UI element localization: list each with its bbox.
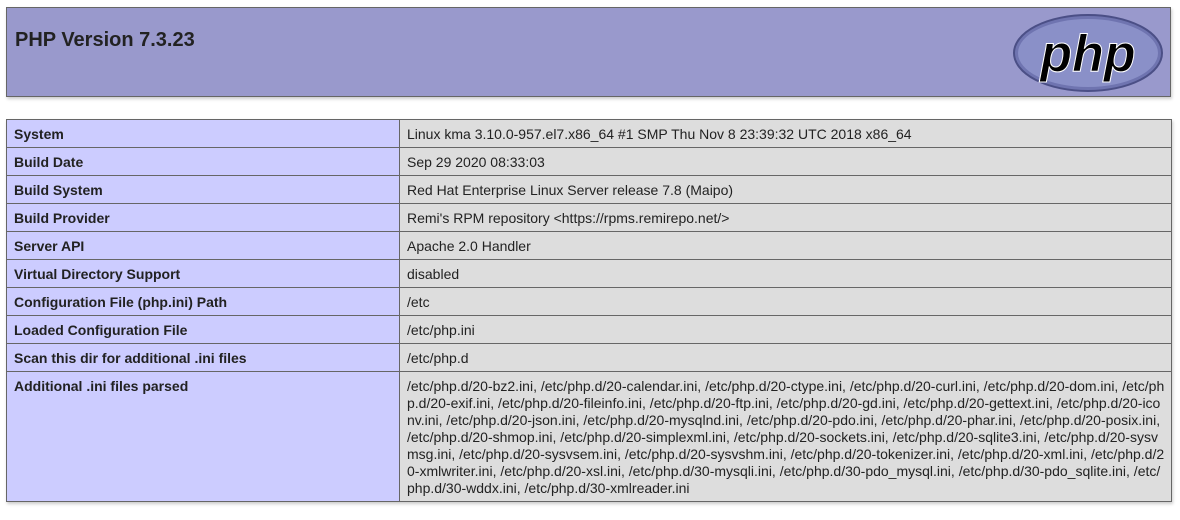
table-row: Configuration File (php.ini) Path /etc — [6, 287, 1172, 316]
row-label: Scan this dir for additional .ini files — [6, 343, 400, 372]
table-row: Build Date Sep 29 2020 08:33:03 — [6, 147, 1172, 176]
row-label: Additional .ini files parsed — [6, 371, 400, 502]
row-value: /etc/php.d — [399, 343, 1172, 372]
row-value: disabled — [399, 259, 1172, 288]
php-logo-icon: php — [1013, 14, 1163, 92]
row-value: /etc/php.d/20-bz2.ini, /etc/php.d/20-cal… — [399, 371, 1172, 502]
row-value: Red Hat Enterprise Linux Server release … — [399, 175, 1172, 204]
row-value: /etc — [399, 287, 1172, 316]
row-label: System — [6, 119, 400, 148]
table-row: Scan this dir for additional .ini files … — [6, 343, 1172, 372]
phpinfo-header: PHP Version 7.3.23 php — [6, 7, 1171, 97]
row-value: Apache 2.0 Handler — [399, 231, 1172, 260]
row-value: Sep 29 2020 08:33:03 — [399, 147, 1172, 176]
row-label: Virtual Directory Support — [6, 259, 400, 288]
row-value: Linux kma 3.10.0-957.el7.x86_64 #1 SMP T… — [399, 119, 1172, 148]
table-row: Build Provider Remi's RPM repository <ht… — [6, 203, 1172, 232]
table-row: Additional .ini files parsed /etc/php.d/… — [6, 371, 1172, 502]
table-row: System Linux kma 3.10.0-957.el7.x86_64 #… — [6, 119, 1172, 148]
row-label: Build Date — [6, 147, 400, 176]
general-info-table: System Linux kma 3.10.0-957.el7.x86_64 #… — [6, 119, 1172, 502]
row-label: Build System — [6, 175, 400, 204]
row-label: Build Provider — [6, 203, 400, 232]
table-row: Loaded Configuration File /etc/php.ini — [6, 315, 1172, 344]
svg-text:php: php — [1038, 25, 1135, 83]
page-title: PHP Version 7.3.23 — [15, 29, 195, 51]
row-label: Server API — [6, 231, 400, 260]
row-label: Configuration File (php.ini) Path — [6, 287, 400, 316]
table-row: Build System Red Hat Enterprise Linux Se… — [6, 175, 1172, 204]
row-value: Remi's RPM repository <https://rpms.remi… — [399, 203, 1172, 232]
row-value: /etc/php.ini — [399, 315, 1172, 344]
table-row: Server API Apache 2.0 Handler — [6, 231, 1172, 260]
table-row: Virtual Directory Support disabled — [6, 259, 1172, 288]
row-label: Loaded Configuration File — [6, 315, 400, 344]
